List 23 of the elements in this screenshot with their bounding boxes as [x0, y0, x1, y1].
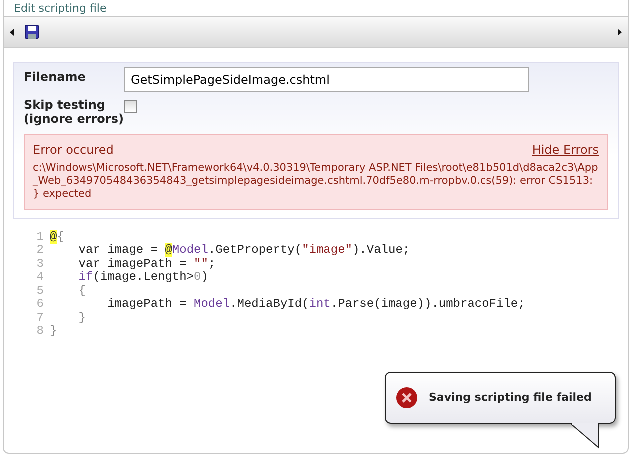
code-line: var imagePath = "";	[78, 258, 216, 271]
error-message: c:\Windows\Microsoft.NET\Framework64\v4.0.30319\Temporary ASP.NET Files\root\e81b501d\d8aca2c3\App_Web_634970548436354843_getsimplepagesideimage.cshtml.70df5e80.m-rropbv.0.cs(59): error CS1513: } expected	[33, 162, 599, 200]
code-line: @{	[50, 230, 64, 244]
line-number: 8	[36, 325, 44, 338]
field-label: Filename	[24, 70, 87, 84]
line-number: 2	[36, 244, 44, 258]
code-line: }	[78, 312, 86, 325]
code-line: imagePath = Model.MediaById(int.Parse(image)).umbracoFile;	[106, 298, 526, 312]
line-number: 4	[36, 271, 44, 284]
code-line: {	[78, 284, 86, 298]
field-label: Skip testing (ignore errors)	[24, 98, 124, 126]
window-title: Edit scripting file	[13, 1, 108, 16]
line-number: 6	[36, 298, 44, 312]
line-number: 1	[36, 230, 44, 244]
line-number: 7	[36, 312, 44, 325]
code-line: if(image.Length>0)	[78, 271, 208, 284]
line-number: 5	[36, 284, 44, 298]
line-number: 3	[36, 258, 44, 271]
error-title: Error occured	[33, 142, 114, 158]
hide-errors-link[interactable]: Hide Errors	[532, 140, 599, 158]
toast-message: Saving scripting file failed	[429, 390, 592, 406]
code-line: }	[50, 325, 58, 338]
filename-field[interactable]: GetSimplePageSideImage.cshtml	[124, 67, 529, 92]
